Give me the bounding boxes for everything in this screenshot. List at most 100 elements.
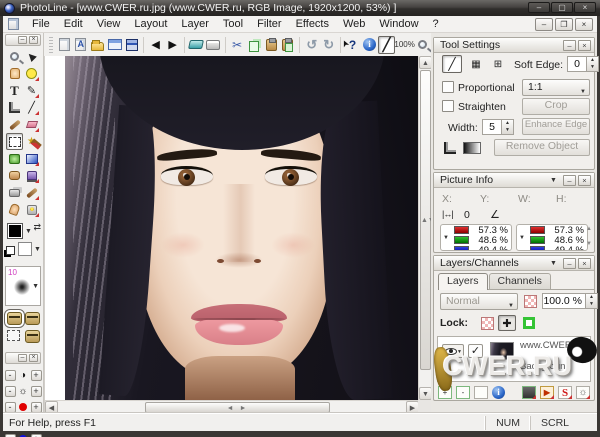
mask-view-icon[interactable] bbox=[25, 312, 40, 325]
paste-button[interactable] bbox=[263, 36, 280, 54]
brush-preview[interactable]: 10 ▼ bbox=[5, 266, 41, 306]
bg-dropdown-icon[interactable]: ▼ bbox=[34, 246, 41, 253]
gradient-icon[interactable] bbox=[462, 139, 482, 157]
new-text-document-button[interactable]: A bbox=[73, 36, 90, 54]
sponge-tool[interactable] bbox=[6, 167, 23, 184]
layer-move-icon[interactable]: ✚ bbox=[578, 340, 586, 351]
brightness-minus-button[interactable]: - bbox=[5, 386, 16, 397]
copy-button[interactable] bbox=[246, 36, 263, 54]
tab-channels[interactable]: Channels bbox=[489, 273, 551, 289]
layers-menu-icon[interactable]: ▼ bbox=[547, 260, 560, 267]
tool-settings-header[interactable]: Tool Settings – × bbox=[434, 38, 594, 53]
tile-mode-button[interactable]: ⊞ bbox=[488, 55, 508, 73]
layer-settings-button[interactable]: ☼ bbox=[576, 386, 590, 399]
background-color-swatch[interactable] bbox=[18, 242, 32, 256]
doc-restore-button[interactable]: ❐ bbox=[555, 18, 573, 31]
measure-tool-button[interactable]: ╱ bbox=[378, 36, 395, 54]
line-mode-button[interactable]: ╱ bbox=[442, 55, 462, 73]
document-icon[interactable] bbox=[8, 18, 19, 30]
lock-position-icon[interactable]: ✚ bbox=[498, 315, 516, 331]
red-minus-button[interactable]: - bbox=[5, 402, 16, 413]
menu-view[interactable]: View bbox=[90, 16, 128, 32]
stamp-tool[interactable] bbox=[23, 167, 40, 184]
merge-layer-button[interactable]: - bbox=[456, 386, 470, 399]
layer-thumbnail[interactable] bbox=[490, 342, 514, 360]
adjust-palette-titlebar[interactable]: – × bbox=[5, 352, 41, 364]
picture-info-minimize-button[interactable]: – bbox=[563, 175, 576, 186]
enhance-edge-button[interactable]: Enhance Edge bbox=[522, 118, 590, 135]
brightness-plus-button[interactable]: + bbox=[31, 386, 42, 397]
contrast-minus-button[interactable]: - bbox=[5, 370, 16, 381]
close-button[interactable]: × bbox=[574, 2, 596, 13]
adjust-close-button[interactable]: × bbox=[29, 354, 38, 362]
new-layer-button[interactable]: + bbox=[438, 386, 452, 399]
palette-close-button[interactable]: × bbox=[29, 36, 38, 44]
crop-tool[interactable] bbox=[6, 99, 23, 116]
menu-edit[interactable]: Edit bbox=[57, 16, 90, 32]
pen-tool[interactable]: ✎ bbox=[23, 82, 40, 99]
layer-visibility-button[interactable]: ▼ bbox=[442, 344, 464, 358]
horizontal-scrollbar[interactable]: ◀ ◄ ► ▶ bbox=[45, 400, 419, 413]
minimize-button[interactable]: – bbox=[528, 2, 550, 13]
layer-name[interactable]: www.CWER.ru bbox=[520, 340, 583, 351]
foreground-color-swatch[interactable] bbox=[7, 223, 23, 239]
color-readout-right[interactable]: ▼ 57.3 % 48.6 % 49.4 % bbox=[516, 224, 588, 251]
menu-layout[interactable]: Layout bbox=[127, 16, 174, 32]
undo-button[interactable]: ↺ bbox=[303, 36, 320, 54]
picture-info-menu-icon[interactable]: ▼ bbox=[547, 177, 560, 184]
effect-pen-tool[interactable] bbox=[23, 201, 40, 218]
new-document-button[interactable] bbox=[56, 36, 73, 54]
back-button[interactable]: ◀ bbox=[147, 36, 164, 54]
tool-palette-titlebar[interactable]: – × bbox=[5, 34, 41, 46]
tool-settings-minimize-button[interactable]: – bbox=[563, 40, 576, 51]
layer-info-button[interactable]: i bbox=[492, 386, 505, 399]
toolbar-grip[interactable] bbox=[49, 37, 53, 53]
forward-button[interactable]: ▶ bbox=[164, 36, 181, 54]
menu-layer[interactable]: Layer bbox=[174, 16, 216, 32]
eye-dropdown-icon[interactable]: ▼ bbox=[457, 349, 462, 355]
opacity-spinner[interactable]: ▲▼ bbox=[585, 293, 598, 309]
save-button[interactable] bbox=[123, 36, 140, 54]
retouch-tool[interactable] bbox=[23, 184, 40, 201]
selection-mode-icon[interactable] bbox=[7, 330, 20, 341]
layer-style-button[interactable]: S bbox=[558, 386, 572, 399]
paste-as-document-button[interactable] bbox=[279, 36, 296, 54]
info-button[interactable]: i bbox=[361, 36, 378, 54]
color-readout-dropdown-icon[interactable]: ▼ bbox=[443, 235, 449, 241]
crop-button[interactable]: Crop bbox=[522, 98, 590, 115]
menu-web[interactable]: Web bbox=[336, 16, 372, 32]
remove-object-button[interactable]: Remove Object bbox=[494, 139, 590, 156]
brush-dropdown-icon[interactable]: ▼ bbox=[32, 283, 39, 290]
line-tool[interactable]: ╱ bbox=[23, 99, 40, 116]
cut-button[interactable]: ✂ bbox=[229, 36, 246, 54]
default-colors-icon[interactable] bbox=[6, 246, 15, 255]
tool-settings-close-button[interactable]: × bbox=[578, 40, 591, 51]
soft-edge-spinner[interactable]: ▲▼ bbox=[586, 56, 599, 72]
ratio-combo[interactable]: 1:1▼ bbox=[522, 79, 590, 96]
layers-header[interactable]: Layers/Channels ▼ – × bbox=[434, 256, 594, 271]
crop-icon[interactable] bbox=[440, 139, 460, 157]
mask-mode-icon[interactable] bbox=[7, 312, 22, 325]
layer-arrow-button[interactable]: ▶ bbox=[540, 386, 554, 399]
photo-image[interactable] bbox=[65, 56, 419, 400]
readout-scroll-up-icon[interactable]: ▲ bbox=[586, 226, 592, 232]
context-help-button[interactable]: ? bbox=[344, 36, 361, 54]
lock-transparency-icon[interactable] bbox=[478, 315, 496, 331]
adjust-minimize-button[interactable]: – bbox=[18, 354, 27, 362]
menu-tool[interactable]: Tool bbox=[216, 16, 250, 32]
menu-filter[interactable]: Filter bbox=[250, 16, 288, 32]
maximize-button[interactable]: ▢ bbox=[551, 2, 573, 13]
gradient-tool[interactable] bbox=[23, 150, 40, 167]
layer-document-button[interactable] bbox=[474, 386, 488, 399]
text-tool[interactable]: T bbox=[6, 82, 23, 99]
blue-minus-button[interactable]: - bbox=[5, 434, 16, 437]
marquee-tool-selected[interactable] bbox=[6, 133, 23, 150]
fg-dropdown-icon[interactable]: ▼ bbox=[25, 228, 32, 235]
tab-layers[interactable]: Layers bbox=[438, 273, 488, 290]
opacity-input[interactable]: 100.0 % bbox=[542, 293, 586, 309]
mask-edit-icon[interactable] bbox=[25, 330, 40, 343]
readout-scroll-down-icon[interactable]: ▼ bbox=[586, 241, 592, 247]
redo-button[interactable]: ↻ bbox=[320, 36, 337, 54]
shape-tool[interactable] bbox=[23, 65, 40, 82]
magnifier-icon[interactable] bbox=[414, 36, 431, 54]
